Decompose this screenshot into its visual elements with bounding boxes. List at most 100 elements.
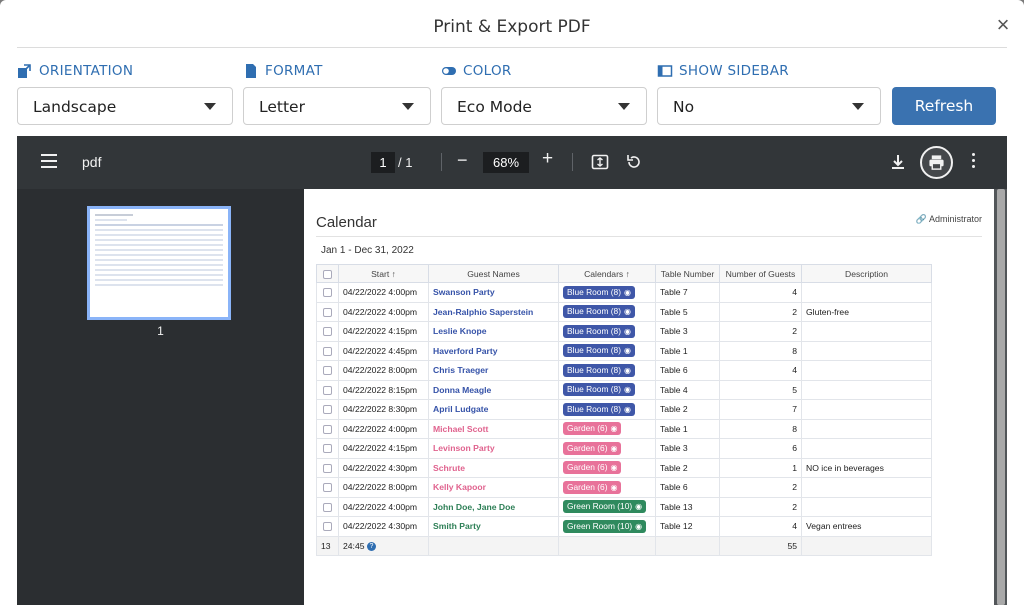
guest-name-link[interactable]: Michael Scott [428,418,559,439]
orientation-option: ORIENTATION Landscape [17,62,233,125]
document-area: Calendar 🔗 Administrator Jan 1 - Dec 31,… [304,189,1007,605]
guest-name-link[interactable]: Smith Party [428,516,559,537]
table-row[interactable]: 04/22/2022 8:00pm Chris Traeger Blue Room … [316,360,932,381]
table-row[interactable]: 04/22/2022 8:30pm April Ludgate Blue Room … [316,399,932,420]
print-button[interactable] [920,146,953,179]
table-number-cell: Table 12 [655,516,720,537]
guest-count-cell: 2 [719,496,802,517]
table-number-cell: Table 2 [655,457,720,478]
start-cell: 04/22/2022 4:00pm [338,496,429,517]
date-range: Jan 1 - Dec 31, 2022 [321,245,414,256]
table-row[interactable]: 04/22/2022 4:45pm Haverford Party Blue Roo… [316,340,932,361]
eye-icon: ◉ [610,482,618,492]
color-label: COLOR [463,63,512,79]
orientation-select[interactable]: Landscape [17,87,233,125]
page-number-input[interactable]: 1 [371,152,395,173]
table-row[interactable]: 04/22/2022 4:00pm Michael Scott Garden (6)… [316,418,932,439]
chevron-down-icon [204,103,216,110]
calendar-badge: Garden (6) ◉ [563,480,622,494]
row-checkbox[interactable] [323,366,332,376]
chevron-down-icon [852,103,864,110]
guest-name-link[interactable]: Leslie Knope [428,321,559,342]
format-option: FORMAT Letter [243,62,431,125]
description-cell [801,340,932,361]
menu-icon[interactable] [41,154,57,168]
description-cell: Gluten-free [801,301,932,322]
column-header: Guest Names [428,264,559,283]
row-checkbox[interactable] [323,463,332,473]
administrator-link: 🔗 Administrator [915,214,982,224]
table-row[interactable]: 04/22/2022 8:15pm Donna Meagle Blue Room (… [316,379,932,400]
sidebar-select[interactable]: No [657,87,881,125]
table-row[interactable]: 04/22/2022 4:00pm Swanson Party Blue Room … [316,282,932,303]
pdf-page: Calendar 🔗 Administrator Jan 1 - Dec 31,… [304,189,994,605]
table-row[interactable]: 04/22/2022 4:00pm Jean-Ralphio Saperstein… [316,301,932,322]
guest-name-link[interactable]: Kelly Kapoor [428,477,559,498]
table-row[interactable]: 04/22/2022 4:30pm Smith Party Green Room (… [316,516,932,537]
description-cell [801,360,932,381]
orientation-label: ORIENTATION [39,63,134,79]
color-select[interactable]: Eco Mode [441,87,647,125]
row-checkbox[interactable] [323,385,332,395]
eye-icon: ◉ [635,502,643,512]
row-checkbox[interactable] [323,424,332,434]
calendar-badge: Blue Room (8) ◉ [563,383,635,397]
row-checkbox[interactable] [323,483,332,493]
zoom-out-button[interactable]: − [457,150,468,171]
guest-name-link[interactable]: John Doe, Jane Doe [428,496,559,517]
toolbar-divider [572,153,573,171]
rotate-icon[interactable] [625,153,643,171]
fit-page-icon[interactable] [591,153,609,171]
table-number-cell: Table 3 [655,321,720,342]
chevron-down-icon [402,103,414,110]
row-checkbox[interactable] [323,327,332,337]
guest-count-cell: 5 [719,379,802,400]
guest-name-link[interactable]: Haverford Party [428,340,559,361]
guest-name-link[interactable]: April Ludgate [428,399,559,420]
row-checkbox[interactable] [323,405,332,415]
guest-name-link[interactable]: Swanson Party [428,282,559,303]
row-checkbox[interactable] [323,522,332,532]
guest-name-link[interactable]: Chris Traeger [428,360,559,381]
guest-name-link[interactable]: Donna Meagle [428,379,559,400]
table-row[interactable]: 04/22/2022 4:15pm Levinson Party Garden (6… [316,438,932,459]
guest-count-cell: 4 [719,516,802,537]
format-select[interactable]: Letter [243,87,431,125]
more-options-icon[interactable] [972,153,976,171]
zoom-input[interactable]: 68% [483,152,529,173]
column-header: Table Number [655,264,720,283]
guest-name-link[interactable]: Schrute [428,457,559,478]
table-number-cell: Table 5 [655,301,720,322]
description-cell [801,321,932,342]
row-checkbox[interactable] [323,346,332,356]
pdf-title: pdf [82,154,102,170]
guest-name-link[interactable]: Levinson Party [428,438,559,459]
table-number-cell: Table 6 [655,477,720,498]
table-row[interactable]: 04/22/2022 8:00pm Kelly Kapoor Garden (6) ◉… [316,477,932,498]
refresh-button[interactable]: Refresh [892,87,996,125]
guest-count-cell: 8 [719,418,802,439]
start-cell: 04/22/2022 8:00pm [338,360,429,381]
table-number-cell: Table 1 [655,340,720,361]
row-checkbox[interactable] [323,502,332,512]
download-icon[interactable] [889,153,907,171]
start-cell: 04/22/2022 4:15pm [338,321,429,342]
row-checkbox[interactable] [323,444,332,454]
guest-name-link[interactable]: Jean-Ralphio Saperstein [428,301,559,322]
page-thumbnail[interactable] [87,206,231,320]
start-cell: 04/22/2022 4:00pm [338,301,429,322]
table-row[interactable]: 04/22/2022 4:15pm Leslie Knope Blue Room (… [316,321,932,342]
sidebar-icon [657,65,673,77]
table-row[interactable]: 04/22/2022 4:00pm John Doe, Jane Doe Green… [316,496,932,517]
close-icon[interactable]: × [992,14,1014,36]
select-all-checkbox [323,269,332,279]
description-cell: Vegan entrees [801,516,932,537]
scrollbar[interactable] [997,189,1005,605]
row-checkbox[interactable] [323,307,332,317]
zoom-in-button[interactable]: + [542,148,553,170]
row-checkbox[interactable] [323,288,332,298]
eye-icon: ◉ [635,521,643,531]
table-row[interactable]: 04/22/2022 4:30pm Schrute Garden (6) ◉ Table… [316,457,932,478]
calendar-badge: Garden (6) ◉ [563,461,622,475]
pdf-viewer: pdf 1 / 1 − 68% + 1 Calendar 🔗 Administr… [17,136,1007,605]
